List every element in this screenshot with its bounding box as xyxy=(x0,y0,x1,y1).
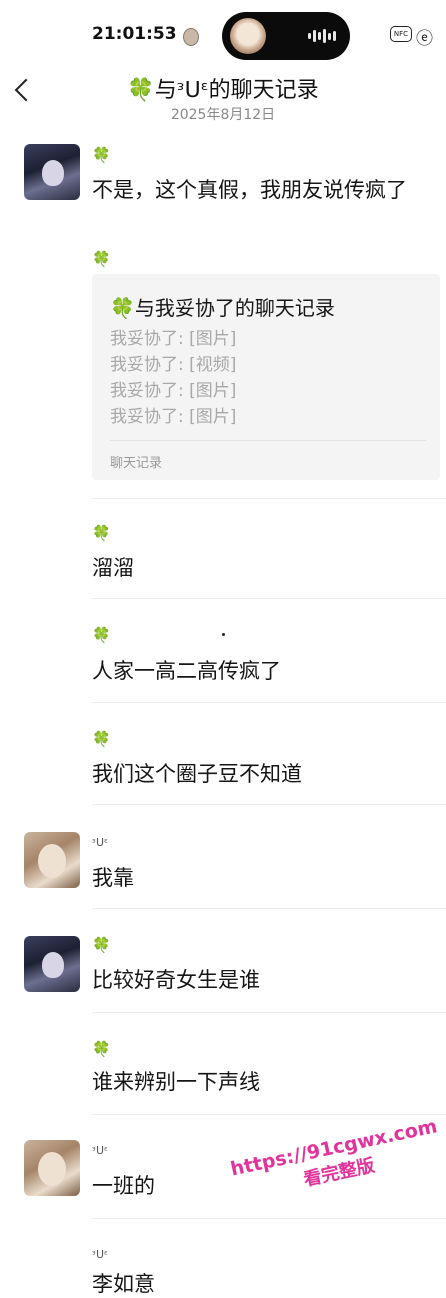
status-time: 21:01:53 xyxy=(92,24,177,44)
audio-wave-icon xyxy=(308,29,336,43)
divider xyxy=(92,1218,446,1219)
status-avatar-icon xyxy=(183,28,199,46)
sender-name: ᵌᑌᵋ xyxy=(92,836,108,849)
divider xyxy=(92,702,446,703)
avatar[interactable] xyxy=(24,1140,80,1196)
watermark: https://91cgwx.com 看完整版 xyxy=(224,1114,446,1207)
divider xyxy=(92,598,446,599)
page-title: 🍀与ᵌᑌᵋ的聊天记录 xyxy=(127,78,319,103)
sender-name: 🍀 xyxy=(92,250,111,268)
message-text: 谁来辨别一下声线 xyxy=(92,1070,260,1094)
divider xyxy=(92,908,446,909)
sender-name: 🍀 xyxy=(92,146,111,164)
card-line: 我妥协了: [视频] xyxy=(110,355,237,375)
dot-mark xyxy=(222,633,225,636)
avatar[interactable] xyxy=(24,832,80,888)
sender-name: 🍀 xyxy=(92,936,111,954)
card-line: 我妥协了: [图片] xyxy=(110,381,237,401)
card-line: 我妥协了: [图片] xyxy=(110,329,237,349)
avatar[interactable] xyxy=(24,936,80,992)
sender-name: 🍀 xyxy=(92,626,111,644)
card-footer: 聊天记录 xyxy=(110,456,163,471)
message-text: 李如意 xyxy=(92,1272,155,1296)
sender-name: 🍀 xyxy=(92,730,111,748)
sender-name: ᵌᑌᵋ xyxy=(92,1248,108,1261)
card-title: 🍀与我妥协了的聊天记录 xyxy=(110,296,335,320)
divider xyxy=(92,498,446,499)
divider xyxy=(92,804,446,805)
card-line: 我妥协了: [图片] xyxy=(110,407,237,427)
message-text: 我们这个圈子豆不知道 xyxy=(92,762,302,786)
status-bar: 21:01:53 NFC ⓔ xyxy=(0,0,446,70)
chat-date: 2025年8月12日 xyxy=(170,107,276,123)
sender-name: 🍀 xyxy=(92,524,111,542)
message-text: 溜溜 xyxy=(92,556,134,580)
avatar[interactable] xyxy=(24,144,80,200)
divider xyxy=(92,1012,446,1013)
media-thumbnail xyxy=(230,18,266,54)
message-text: 比较好奇女生是谁 xyxy=(92,968,260,992)
sender-name: ᵌᑌᵋ xyxy=(92,1144,108,1157)
divider xyxy=(92,1114,446,1115)
message-text: 一班的 xyxy=(92,1174,155,1198)
card-divider xyxy=(110,440,426,441)
message-text: 我靠 xyxy=(92,866,134,890)
dynamic-island[interactable] xyxy=(222,12,350,60)
message-text: 人家一高二高传疯了 xyxy=(92,659,281,683)
sender-name: 🍀 xyxy=(92,1040,111,1058)
message-text: 不是，这个真假，我朋友说传疯了 xyxy=(92,178,407,202)
nfc-icon: NFC xyxy=(390,26,412,42)
status-misc-icon: ⓔ xyxy=(416,29,433,49)
chat-history-card[interactable]: 🍀与我妥协了的聊天记录 我妥协了: [图片] 我妥协了: [视频] 我妥协了: … xyxy=(92,274,440,480)
